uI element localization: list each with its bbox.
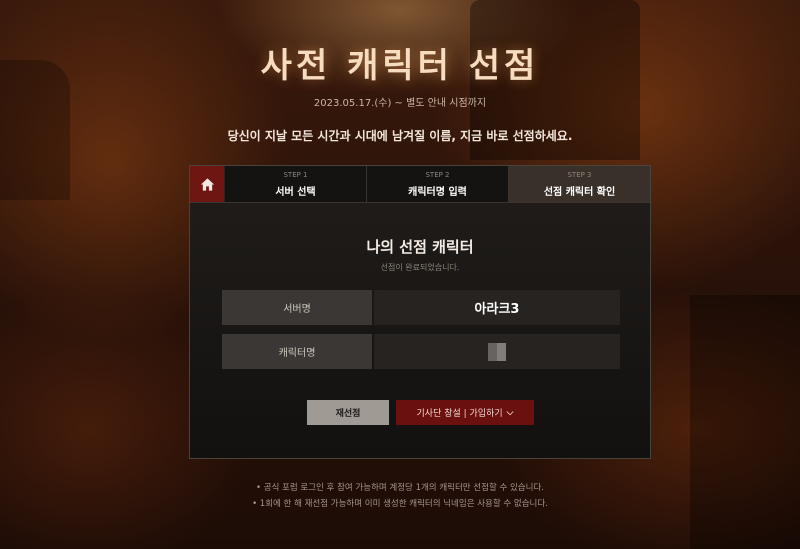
step-number: STEP 2 — [425, 171, 450, 179]
server-label: 서버명 — [222, 290, 372, 325]
guild-button[interactable]: 기사단 창설 | 가입하기 ⌵ — [396, 400, 534, 425]
page-title: 사전 캐릭터 선점 — [260, 46, 540, 86]
home-icon — [200, 177, 214, 191]
result-title: 나의 선점 캐릭터 — [366, 238, 474, 256]
step-number: STEP 1 — [283, 171, 308, 179]
result-subtitle: 선점이 완료되었습니다. — [380, 263, 460, 272]
tab-step-3[interactable]: STEP 3 선점 캐릭터 확인 — [509, 166, 650, 202]
step-number: STEP 3 — [567, 171, 592, 179]
chevron-down-icon: ⌵ — [506, 407, 514, 418]
tab-step-1[interactable]: STEP 1 서버 선택 — [225, 166, 367, 202]
tab-step-2[interactable]: STEP 2 캐릭터명 입력 — [367, 166, 509, 202]
page-subtitle: 당신이 지날 모든 시간과 시대에 남겨질 이름, 지금 바로 선점하세요. — [227, 129, 573, 143]
character-value — [374, 334, 620, 369]
reservation-panel: STEP 1 서버 선택 STEP 2 캐릭터명 입력 STEP 3 선점 캐릭… — [189, 165, 651, 459]
home-button[interactable] — [190, 166, 225, 202]
step-label: 서버 선택 — [275, 187, 316, 198]
step-tabs: STEP 1 서버 선택 STEP 2 캐릭터명 입력 STEP 3 선점 캐릭… — [190, 166, 650, 203]
guild-button-label: 기사단 창설 | 가입하기 — [416, 409, 503, 419]
notice-list: • 공식 포럼 로그인 후 참여 가능하며 계정당 1개의 캐릭터만 선점할 수… — [0, 480, 800, 512]
event-date: 2023.05.17.(수) ~ 별도 안내 시점까지 — [313, 98, 487, 109]
server-value: 아라크3 — [374, 290, 620, 325]
character-name-censored — [488, 342, 506, 361]
reselect-button[interactable]: 재선점 — [307, 400, 389, 425]
character-label: 캐릭터명 — [222, 334, 372, 369]
step-label: 캐릭터명 입력 — [408, 187, 467, 198]
server-row: 서버명 아라크3 — [222, 290, 620, 325]
character-row: 캐릭터명 — [222, 334, 620, 369]
notice-item: • 공식 포럼 로그인 후 참여 가능하며 계정당 1개의 캐릭터만 선점할 수… — [256, 483, 544, 493]
notice-item: • 1회에 한 해 재선점 가능하며 이미 생성한 캐릭터의 닉네임은 사용할 … — [252, 499, 548, 509]
step-label: 선점 캐릭터 확인 — [543, 187, 616, 198]
